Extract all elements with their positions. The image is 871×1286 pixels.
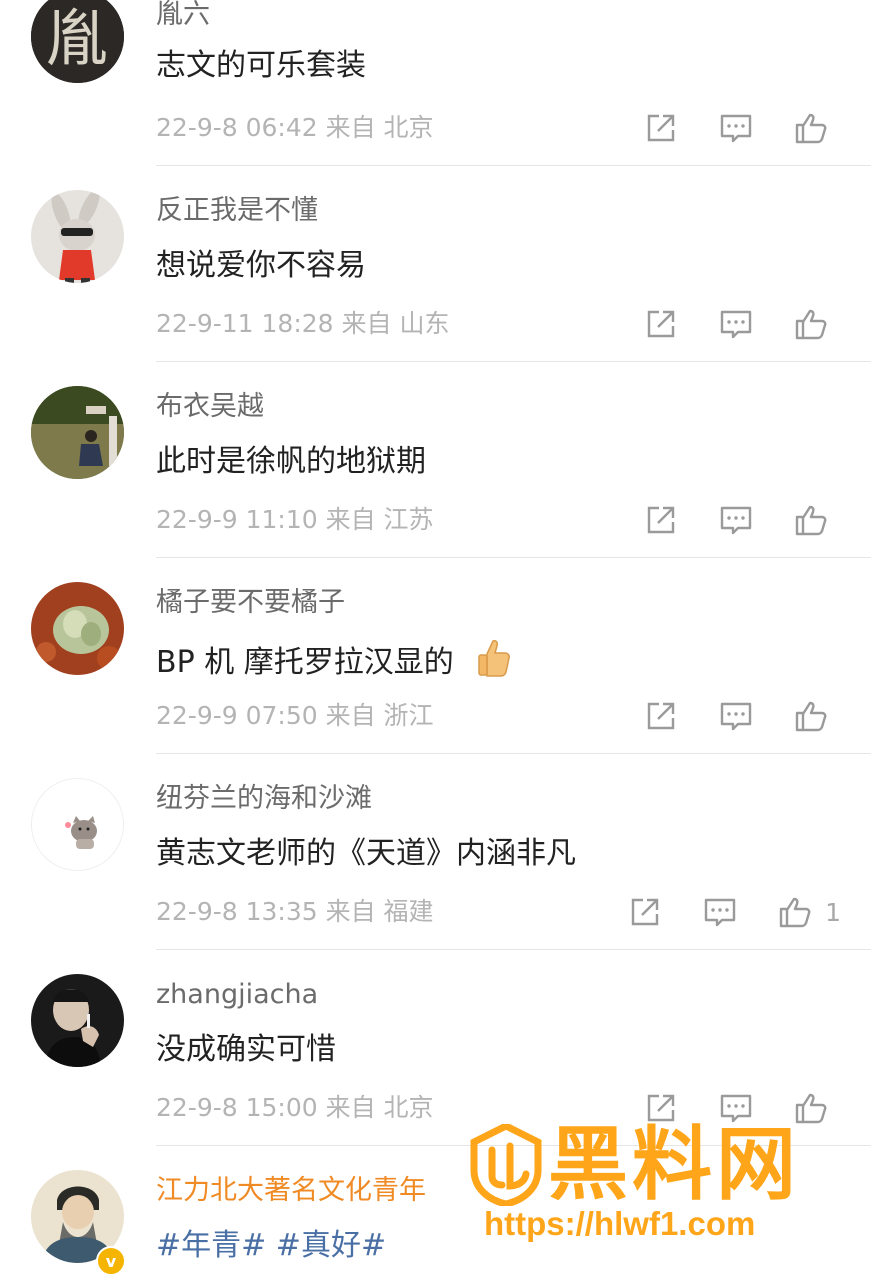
comment-actions <box>606 306 841 342</box>
thumbs-up-icon <box>795 309 827 340</box>
like-button[interactable] <box>791 306 831 342</box>
comment-button[interactable] <box>716 110 756 146</box>
avatar[interactable] <box>31 974 124 1067</box>
like-button[interactable] <box>775 894 815 930</box>
watermark-url: https://hlwf1.com <box>484 1205 756 1242</box>
share-icon <box>647 310 675 338</box>
like-button[interactable] <box>791 502 831 538</box>
username[interactable]: 橘子要不要橘子 <box>156 586 345 620</box>
comment-meta: 22-9-8 06:42 来自 北京 <box>156 113 434 142</box>
comment-button[interactable] <box>716 502 756 538</box>
avatar-image: 胤 <box>31 0 124 83</box>
comment-list: 胤 胤六 志文的可乐套装 22-9-8 06:42 来自 北京 反正我是不懂 想… <box>0 0 871 1286</box>
comment-actions: 1 <box>590 894 841 930</box>
like-count: 1 <box>825 897 841 927</box>
avatar[interactable]: 胤 <box>31 0 124 83</box>
comment-item: 布衣吴越 此时是徐帆的地狱期 22-9-9 11:10 来自 江苏 <box>0 362 871 558</box>
share-icon <box>631 898 659 926</box>
thumbs-up-icon <box>795 113 827 144</box>
comment-icon <box>720 702 752 731</box>
avatar-image <box>32 779 123 870</box>
watermark: 黑料网 https://hlwf1.com <box>470 1120 870 1260</box>
share-button[interactable] <box>641 502 681 538</box>
comment-item: 纽芬兰的海和沙滩 黄志文老师的《天道》内涵非凡 22-9-8 13:35 来自 … <box>0 754 871 950</box>
comment-meta: 22-9-11 18:28 来自 山东 <box>156 309 450 338</box>
comment-text: 黄志文老师的《天道》内涵非凡 <box>156 836 576 871</box>
comment-button[interactable] <box>700 894 740 930</box>
comment-text: 没成确实可惜 <box>156 1032 336 1067</box>
username[interactable]: 反正我是不懂 <box>156 194 318 228</box>
svg-text:胤: 胤 <box>46 2 108 75</box>
comment-icon <box>720 506 752 535</box>
comment-actions <box>606 502 841 538</box>
comment-button[interactable] <box>716 698 756 734</box>
comment-text[interactable]: #年青# #真好# <box>156 1226 386 1266</box>
share-icon <box>647 702 675 730</box>
comment-meta: 22-9-9 11:10 来自 江苏 <box>156 505 434 534</box>
username[interactable]: 江力北大著名文化青年 <box>156 1174 426 1208</box>
username[interactable]: 布衣吴越 <box>156 390 264 424</box>
comment-meta: 22-9-8 15:00 来自 北京 <box>156 1093 434 1122</box>
comment-icon <box>720 310 752 339</box>
comment-text: 志文的可乐套装 <box>156 48 366 83</box>
username[interactable]: 纽芬兰的海和沙滩 <box>156 782 372 816</box>
share-button[interactable] <box>625 894 665 930</box>
avatar-image <box>31 582 124 675</box>
comment-icon <box>704 898 736 927</box>
avatar-image <box>31 386 124 479</box>
avatar[interactable] <box>31 582 124 675</box>
avatar[interactable] <box>31 386 124 479</box>
verified-badge: v <box>96 1246 126 1276</box>
thumbs-up-icon <box>795 701 827 732</box>
comment-text: 想说爱你不容易 <box>156 248 366 283</box>
share-button[interactable] <box>641 698 681 734</box>
thumbs-up-emoji <box>478 638 510 689</box>
avatar[interactable] <box>31 778 124 871</box>
thumbs-up-icon <box>795 505 827 536</box>
share-button[interactable] <box>641 110 681 146</box>
thumbs-up-icon <box>779 897 811 928</box>
like-button[interactable] <box>791 698 831 734</box>
comment-item: zhangjiacha 没成确实可惜 22-9-8 15:00 来自 北京 <box>0 950 871 1146</box>
comment-item: 反正我是不懂 想说爱你不容易 22-9-11 18:28 来自 山东 <box>0 166 871 362</box>
share-icon <box>647 506 675 534</box>
comment-meta: 22-9-9 07:50 来自 浙江 <box>156 701 434 730</box>
avatar[interactable] <box>31 190 124 283</box>
watermark-title: 黑料网 <box>548 1120 800 1209</box>
comment-item: 胤 胤六 志文的可乐套装 22-9-8 06:42 来自 北京 <box>0 0 871 166</box>
username[interactable]: 胤六 <box>156 0 210 32</box>
comment-text: 此时是徐帆的地狱期 <box>156 444 426 479</box>
username[interactable]: zhangjiacha <box>156 978 318 1012</box>
avatar-image <box>31 190 124 283</box>
comment-text: BP 机 摩托罗拉汉显的 <box>156 638 510 689</box>
like-button[interactable] <box>791 110 831 146</box>
share-icon <box>647 114 675 142</box>
comment-text-body: BP 机 摩托罗拉汉显的 <box>156 645 454 680</box>
comment-meta: 22-9-8 13:35 来自 福建 <box>156 897 434 926</box>
comment-icon <box>720 114 752 143</box>
avatar-image <box>31 974 124 1067</box>
comment-actions <box>606 698 841 734</box>
comment-actions <box>606 110 841 146</box>
comment-button[interactable] <box>716 306 756 342</box>
watermark-logo-icon <box>470 1124 542 1206</box>
share-button[interactable] <box>641 306 681 342</box>
comment-item: 橘子要不要橘子 BP 机 摩托罗拉汉显的 22-9-9 07:50 来自 浙江 <box>0 558 871 754</box>
